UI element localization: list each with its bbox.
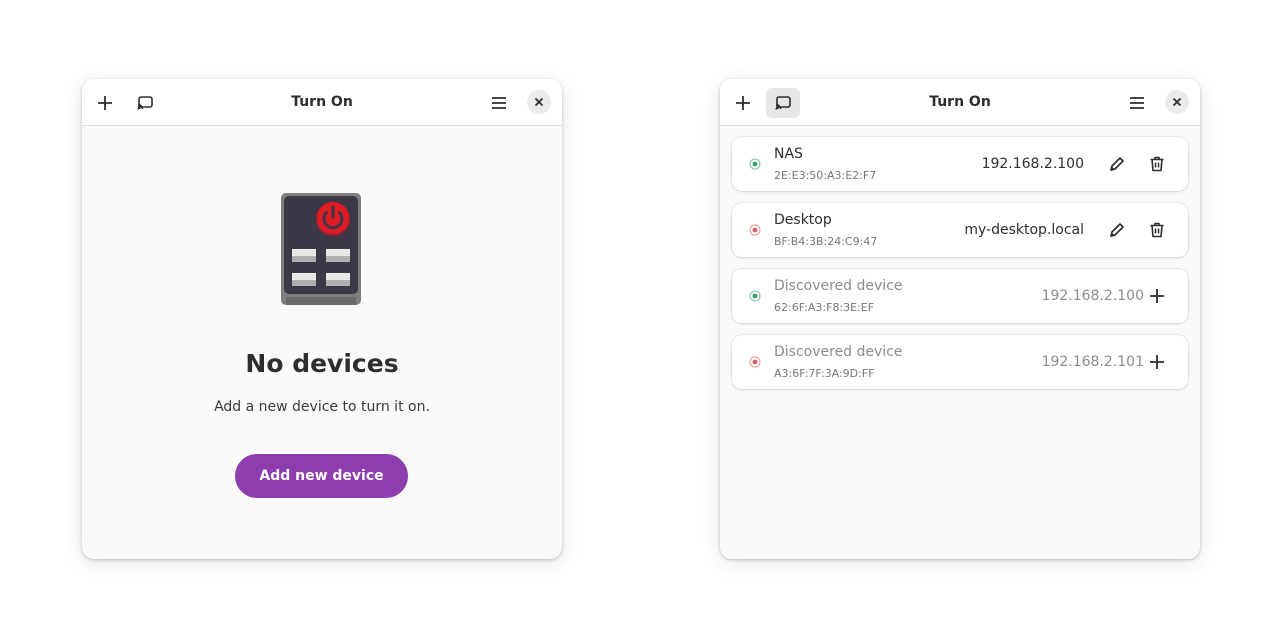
trash-icon xyxy=(1150,222,1164,238)
plus-icon xyxy=(736,96,750,110)
trash-icon xyxy=(1150,156,1164,172)
plus-icon xyxy=(1150,355,1164,369)
add-new-device-button[interactable]: Add new device xyxy=(235,454,408,498)
headerbar: Turn On xyxy=(82,79,562,126)
edit-device-button[interactable] xyxy=(1102,149,1132,179)
delete-device-button[interactable] xyxy=(1142,149,1172,179)
device-mac: A3:6F:7F:3A:9D:FF xyxy=(774,367,875,380)
device-mac: BF:B4:3B:24:C9:47 xyxy=(774,235,878,248)
edit-device-button[interactable] xyxy=(1102,215,1132,245)
device-host: my-desktop.local xyxy=(964,222,1084,238)
main-menu-button[interactable] xyxy=(1120,88,1154,118)
device-name: NAS xyxy=(774,146,803,162)
device-mac: 62:6F:A3:F8:3E:EF xyxy=(774,301,875,314)
add-device-button[interactable] xyxy=(726,88,760,118)
add-discovered-device-button[interactable] xyxy=(1142,347,1172,377)
device-host: 192.168.2.100 xyxy=(1041,288,1144,304)
plus-icon xyxy=(98,96,112,110)
device-mac: 2E:E3:50:A3:E2:F7 xyxy=(774,169,877,182)
remote-control-icon xyxy=(281,193,361,305)
add-device-button[interactable] xyxy=(88,88,122,118)
delete-device-button[interactable] xyxy=(1142,215,1172,245)
status-offline-icon xyxy=(749,224,761,236)
hamburger-icon xyxy=(1130,97,1144,109)
main-menu-button[interactable] xyxy=(482,88,516,118)
pencil-icon xyxy=(1110,223,1124,237)
empty-state-title: No devices xyxy=(245,349,399,378)
close-icon xyxy=(1172,97,1182,107)
window-device-list: Turn On NAS 2E:E3:50:A3:E2:F7 192.168.2.… xyxy=(720,79,1200,559)
discovered-device-row[interactable]: Discovered device A3:6F:7F:3A:9D:FF 192.… xyxy=(732,335,1188,389)
close-button[interactable] xyxy=(527,90,551,114)
discover-button[interactable] xyxy=(128,88,162,118)
status-online-icon xyxy=(749,158,761,170)
add-discovered-device-button[interactable] xyxy=(1142,281,1172,311)
status-online-icon xyxy=(749,290,761,302)
empty-state-description: Add a new device to turn it on. xyxy=(214,399,430,415)
hamburger-icon xyxy=(492,97,506,109)
device-name: Discovered device xyxy=(774,344,903,360)
headerbar: Turn On xyxy=(720,79,1200,126)
status-offline-icon xyxy=(749,356,761,368)
device-name: Discovered device xyxy=(774,278,903,294)
plus-icon xyxy=(1150,289,1164,303)
discover-button[interactable] xyxy=(766,88,800,118)
discovered-device-row[interactable]: Discovered device 62:6F:A3:F8:3E:EF 192.… xyxy=(732,269,1188,323)
device-host: 192.168.2.101 xyxy=(1041,354,1144,370)
close-icon xyxy=(534,97,544,107)
pencil-icon xyxy=(1110,157,1124,171)
cast-icon xyxy=(137,96,153,110)
device-host: 192.168.2.100 xyxy=(981,156,1084,172)
window-empty-state: Turn On No devices Add a new device to t… xyxy=(82,79,562,559)
device-row[interactable]: Desktop BF:B4:3B:24:C9:47 my-desktop.loc… xyxy=(732,203,1188,257)
close-button[interactable] xyxy=(1165,90,1189,114)
device-row[interactable]: NAS 2E:E3:50:A3:E2:F7 192.168.2.100 xyxy=(732,137,1188,191)
cast-icon xyxy=(775,96,791,110)
device-name: Desktop xyxy=(774,212,832,228)
